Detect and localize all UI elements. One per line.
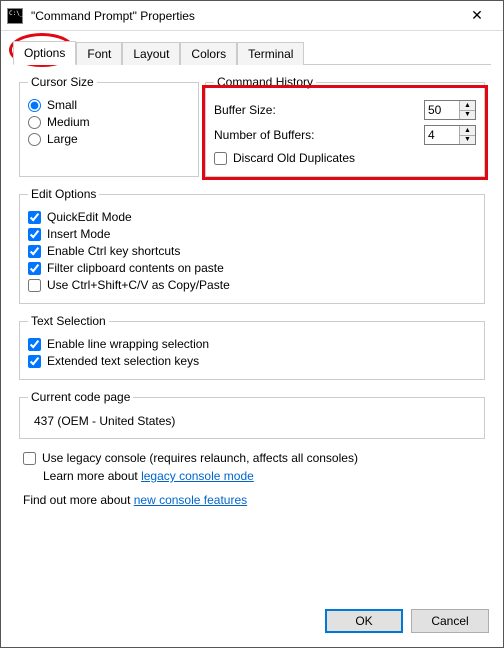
quickedit-checkbox[interactable] (28, 211, 41, 224)
quickedit-row[interactable]: QuickEdit Mode (28, 210, 476, 224)
code-page-value: 437 (OEM - United States) (28, 410, 476, 430)
text-selection-legend: Text Selection (28, 314, 109, 328)
num-buffers-value[interactable]: 4 (425, 126, 459, 144)
buffer-size-label: Buffer Size: (214, 103, 418, 117)
buffer-size-down-icon[interactable]: ▼ (460, 111, 475, 120)
cursor-large-radio[interactable] (28, 133, 41, 146)
legacy-learn-prefix: Learn more about (43, 469, 141, 483)
line-wrap-row[interactable]: Enable line wrapping selection (28, 337, 476, 351)
legacy-console-label: Use legacy console (requires relaunch, a… (42, 451, 358, 465)
tab-terminal[interactable]: Terminal (237, 42, 304, 65)
discard-duplicates-checkbox[interactable] (214, 152, 227, 165)
filter-clipboard-label: Filter clipboard contents on paste (47, 261, 224, 275)
tab-options[interactable]: Options (13, 41, 76, 65)
buffer-size-value[interactable]: 50 (425, 101, 459, 119)
filter-clipboard-row[interactable]: Filter clipboard contents on paste (28, 261, 476, 275)
filter-clipboard-checkbox[interactable] (28, 262, 41, 275)
code-page-legend: Current code page (28, 390, 133, 404)
tab-content-options: Cursor Size Small Medium Large (13, 65, 491, 517)
cursor-small-label: Small (47, 98, 77, 112)
titlebar: "Command Prompt" Properties ✕ (1, 1, 503, 31)
num-buffers-row: Number of Buffers: 4 ▲ ▼ (214, 125, 476, 145)
cancel-button[interactable]: Cancel (411, 609, 489, 633)
command-history-group: Command History Buffer Size: 50 ▲ ▼ Num (205, 75, 485, 177)
quickedit-label: QuickEdit Mode (47, 210, 132, 224)
num-buffers-down-icon[interactable]: ▼ (460, 136, 475, 145)
cursor-medium-label: Medium (47, 115, 90, 129)
ctrl-shortcuts-checkbox[interactable] (28, 245, 41, 258)
tab-font[interactable]: Font (76, 42, 122, 65)
legacy-console-row[interactable]: Use legacy console (requires relaunch, a… (23, 451, 481, 465)
tab-colors[interactable]: Colors (180, 42, 237, 65)
dialog-buttons: OK Cancel (1, 609, 503, 647)
properties-dialog: "Command Prompt" Properties ✕ Options Fo… (0, 0, 504, 648)
discard-duplicates-label: Discard Old Duplicates (233, 151, 355, 165)
cursor-size-group: Cursor Size Small Medium Large (19, 75, 199, 177)
cmd-icon (7, 8, 23, 24)
num-buffers-label: Number of Buffers: (214, 128, 418, 142)
extended-keys-checkbox[interactable] (28, 355, 41, 368)
edit-options-group: Edit Options QuickEdit Mode Insert Mode … (19, 187, 485, 304)
cursor-size-legend: Cursor Size (28, 75, 97, 89)
new-features-line: Find out more about new console features (23, 493, 481, 507)
text-selection-group: Text Selection Enable line wrapping sele… (19, 314, 485, 380)
insert-mode-row[interactable]: Insert Mode (28, 227, 476, 241)
ctrlshift-copy-checkbox[interactable] (28, 279, 41, 292)
legacy-learn-link[interactable]: legacy console mode (141, 469, 254, 483)
close-icon: ✕ (471, 7, 483, 24)
extended-keys-row[interactable]: Extended text selection keys (28, 354, 476, 368)
new-features-prefix: Find out more about (23, 493, 134, 507)
buffer-size-spinner[interactable]: 50 ▲ ▼ (424, 100, 476, 120)
num-buffers-spinner[interactable]: 4 ▲ ▼ (424, 125, 476, 145)
cursor-large-row[interactable]: Large (28, 132, 190, 146)
buffer-size-row: Buffer Size: 50 ▲ ▼ (214, 100, 476, 120)
legacy-learn-line: Learn more about legacy console mode (43, 469, 481, 483)
code-page-group: Current code page 437 (OEM - United Stat… (19, 390, 485, 439)
cursor-small-radio[interactable] (28, 99, 41, 112)
close-button[interactable]: ✕ (457, 2, 497, 30)
num-buffers-up-icon[interactable]: ▲ (460, 126, 475, 136)
ctrl-shortcuts-label: Enable Ctrl key shortcuts (47, 244, 180, 258)
ctrl-shortcuts-row[interactable]: Enable Ctrl key shortcuts (28, 244, 476, 258)
ok-button[interactable]: OK (325, 609, 403, 633)
command-history-legend: Command History (214, 75, 316, 89)
window-title: "Command Prompt" Properties (31, 9, 457, 23)
ctrlshift-copy-row[interactable]: Use Ctrl+Shift+C/V as Copy/Paste (28, 278, 476, 292)
cursor-medium-radio[interactable] (28, 116, 41, 129)
cursor-small-row[interactable]: Small (28, 98, 190, 112)
discard-duplicates-row[interactable]: Discard Old Duplicates (214, 151, 476, 165)
tab-bar: Options Font Layout Colors Terminal (13, 37, 491, 65)
ctrlshift-copy-label: Use Ctrl+Shift+C/V as Copy/Paste (47, 278, 230, 292)
line-wrap-label: Enable line wrapping selection (47, 337, 209, 351)
insert-mode-label: Insert Mode (47, 227, 110, 241)
edit-options-legend: Edit Options (28, 187, 99, 201)
cursor-large-label: Large (47, 132, 78, 146)
new-features-link[interactable]: new console features (134, 493, 247, 507)
cursor-medium-row[interactable]: Medium (28, 115, 190, 129)
tab-layout[interactable]: Layout (122, 42, 180, 65)
client-area: Options Font Layout Colors Terminal Curs… (1, 31, 503, 609)
insert-mode-checkbox[interactable] (28, 228, 41, 241)
buffer-size-up-icon[interactable]: ▲ (460, 101, 475, 111)
legacy-console-block: Use legacy console (requires relaunch, a… (23, 451, 481, 483)
legacy-console-checkbox[interactable] (23, 452, 36, 465)
extended-keys-label: Extended text selection keys (47, 354, 199, 368)
line-wrap-checkbox[interactable] (28, 338, 41, 351)
